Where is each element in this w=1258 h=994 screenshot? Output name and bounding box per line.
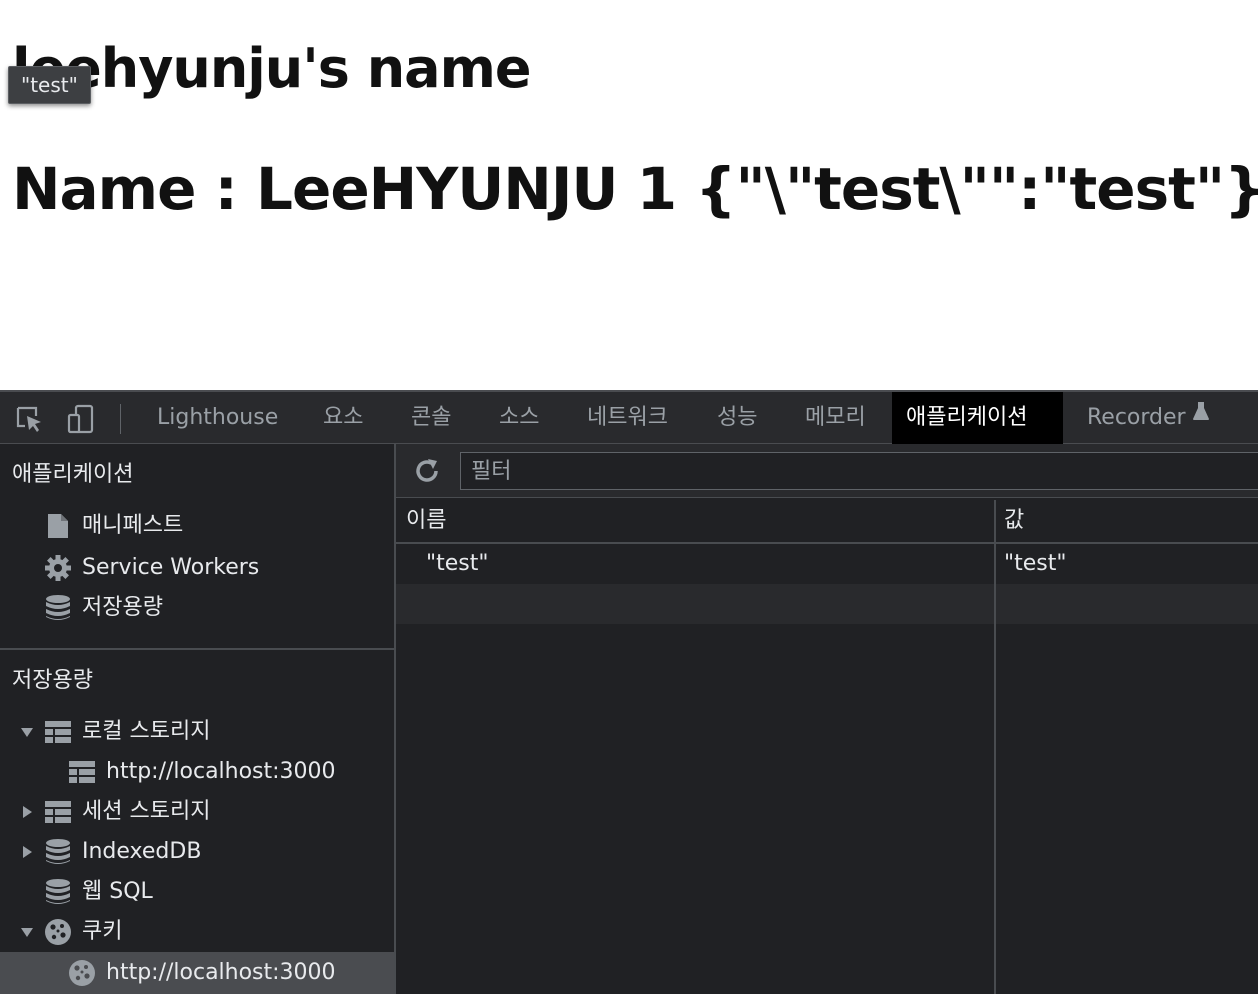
column-divider[interactable]	[994, 500, 996, 994]
table-row-empty	[396, 584, 1258, 624]
column-header-name[interactable]: 이름	[406, 500, 446, 542]
database-icon	[44, 594, 72, 622]
triangle-right-icon[interactable]	[20, 805, 34, 819]
file-icon	[44, 512, 72, 540]
tab-lighthouse[interactable]: Lighthouse	[143, 392, 292, 444]
sidebar-item-service-workers[interactable]: Service Workers	[44, 548, 259, 588]
table-row[interactable]: "test" "test"	[396, 544, 1258, 584]
tab-application[interactable]: 애플리케이션	[892, 392, 1063, 444]
sidebar-item-storage[interactable]: 저장용량	[44, 588, 163, 628]
cookie-icon	[68, 959, 96, 987]
sidebar-item-label: Service Workers	[82, 555, 260, 580]
table-icon	[44, 718, 72, 746]
name-data-line: Name : LeeHYUNJU 1 {"\"test\"":"test"}	[12, 155, 1258, 223]
refresh-icon[interactable]	[412, 456, 442, 486]
hover-tooltip: "test"	[8, 66, 91, 104]
sidebar-item-label: 로컬 스토리지	[82, 719, 211, 744]
tab-sources[interactable]: 소스	[485, 392, 553, 444]
sidebar-header-storage: 저장용량	[12, 668, 93, 693]
devtools-toolbar: Lighthouse 요소 콘솔 소스 네트워크 성능 메모리 애플리케이션 R…	[0, 390, 1258, 444]
sidebar-item-web-sql[interactable]: 웹 SQL	[44, 872, 153, 912]
sidebar-item-label: 저장용량	[82, 595, 163, 620]
sidebar-item-label: 매니페스트	[82, 513, 184, 538]
cell-name: "test"	[426, 551, 489, 576]
triangle-down-icon[interactable]	[20, 725, 34, 739]
sidebar-divider	[0, 648, 394, 650]
tab-performance[interactable]: 성능	[703, 392, 771, 444]
storage-view: 이름 값 "test" "test"	[396, 444, 1258, 994]
device-toolbar-icon[interactable]	[64, 402, 98, 436]
sidebar-item-cookies-origin[interactable]: http://localhost:3000	[68, 953, 336, 993]
tab-memory[interactable]: 메모리	[791, 392, 880, 444]
cell-value: "test"	[1004, 551, 1067, 576]
sidebar-item-label: http://localhost:3000	[106, 759, 336, 784]
triangle-down-icon[interactable]	[20, 925, 34, 939]
table-icon	[68, 758, 96, 786]
sidebar-item-cookies[interactable]: 쿠키	[20, 912, 122, 952]
sidebar-item-label: IndexedDB	[82, 839, 202, 864]
flask-icon	[1192, 390, 1210, 441]
sidebar-item-label: 웹 SQL	[82, 879, 153, 904]
screen: leehyunju's name Name : LeeHYUNJU 1 {"\"…	[0, 0, 1258, 994]
table-icon	[44, 798, 72, 826]
database-icon	[44, 878, 72, 906]
tab-console[interactable]: 콘솔	[397, 392, 465, 444]
sidebar-item-local-storage-origin[interactable]: http://localhost:3000	[68, 752, 336, 792]
filter-toolbar	[396, 444, 1258, 498]
triangle-right-icon[interactable]	[20, 845, 34, 859]
sidebar-item-local-storage[interactable]: 로컬 스토리지	[20, 712, 210, 752]
sidebar-item-indexeddb[interactable]: IndexedDB	[20, 832, 201, 872]
sidebar-item-label: http://localhost:3000	[106, 960, 336, 985]
column-header-value[interactable]: 값	[1004, 500, 1024, 542]
toolbar-separator	[120, 404, 121, 434]
application-sidebar: 애플리케이션 매니페스트 Service Workers 저장용량 저장용량 로…	[0, 444, 396, 994]
sidebar-item-session-storage[interactable]: 세션 스토리지	[20, 792, 210, 832]
sidebar-item-manifest[interactable]: 매니페스트	[44, 506, 183, 546]
tab-elements[interactable]: 요소	[309, 392, 377, 444]
tab-recorder[interactable]: Recorder	[1073, 392, 1224, 444]
tab-recorder-label: Recorder	[1087, 405, 1186, 430]
inspect-element-icon[interactable]	[12, 402, 46, 436]
cookie-icon	[44, 918, 72, 946]
sidebar-item-label: 쿠키	[82, 919, 123, 944]
storage-table: 이름 값 "test" "test"	[396, 500, 1258, 994]
filter-input[interactable]	[460, 452, 1258, 490]
gear-icon	[44, 554, 72, 582]
web-page: leehyunju's name Name : LeeHYUNJU 1 {"\"…	[0, 0, 1258, 390]
tab-network[interactable]: 네트워크	[573, 392, 682, 444]
devtools-panel: Lighthouse 요소 콘솔 소스 네트워크 성능 메모리 애플리케이션 R…	[0, 390, 1258, 994]
sidebar-item-label: 세션 스토리지	[82, 799, 211, 824]
sidebar-header-application: 애플리케이션	[12, 462, 134, 487]
database-icon	[44, 838, 72, 866]
